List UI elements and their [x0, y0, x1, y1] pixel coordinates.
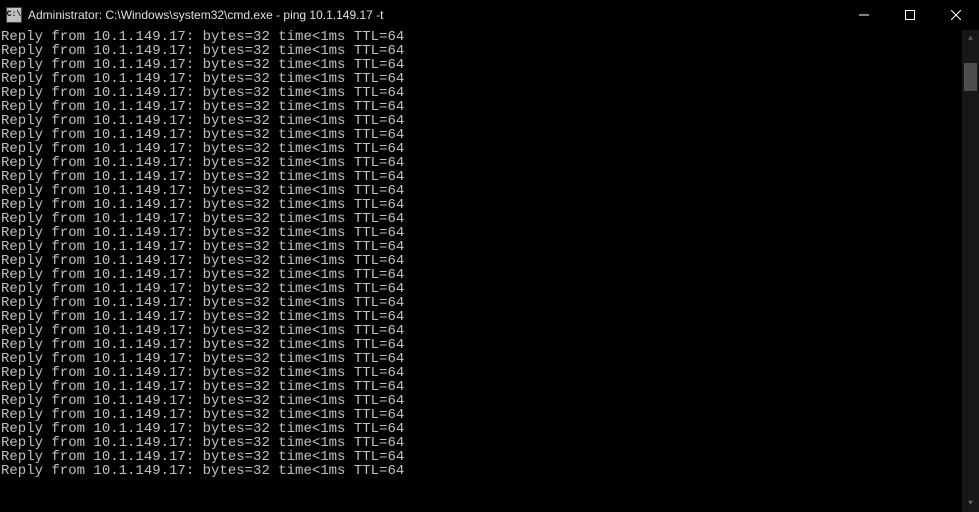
ping-reply-line: Reply from 10.1.149.17: bytes=32 time<1m…	[1, 240, 962, 254]
ping-reply-line: Reply from 10.1.149.17: bytes=32 time<1m…	[1, 226, 962, 240]
minimize-button[interactable]	[841, 0, 887, 30]
cmd-icon: C:\	[6, 7, 22, 23]
ping-reply-line: Reply from 10.1.149.17: bytes=32 time<1m…	[1, 198, 962, 212]
ping-reply-line: Reply from 10.1.149.17: bytes=32 time<1m…	[1, 170, 962, 184]
ping-reply-line: Reply from 10.1.149.17: bytes=32 time<1m…	[1, 436, 962, 450]
ping-reply-line: Reply from 10.1.149.17: bytes=32 time<1m…	[1, 310, 962, 324]
ping-reply-line: Reply from 10.1.149.17: bytes=32 time<1m…	[1, 450, 962, 464]
ping-reply-line: Reply from 10.1.149.17: bytes=32 time<1m…	[1, 338, 962, 352]
console-output[interactable]: Reply from 10.1.149.17: bytes=32 time<1m…	[0, 30, 962, 512]
ping-reply-line: Reply from 10.1.149.17: bytes=32 time<1m…	[1, 114, 962, 128]
ping-reply-line: Reply from 10.1.149.17: bytes=32 time<1m…	[1, 30, 962, 44]
scroll-thumb[interactable]	[964, 63, 977, 91]
ping-reply-line: Reply from 10.1.149.17: bytes=32 time<1m…	[1, 464, 962, 478]
ping-reply-line: Reply from 10.1.149.17: bytes=32 time<1m…	[1, 296, 962, 310]
console-body: Reply from 10.1.149.17: bytes=32 time<1m…	[0, 30, 979, 512]
ping-reply-line: Reply from 10.1.149.17: bytes=32 time<1m…	[1, 128, 962, 142]
ping-reply-line: Reply from 10.1.149.17: bytes=32 time<1m…	[1, 100, 962, 114]
ping-reply-line: Reply from 10.1.149.17: bytes=32 time<1m…	[1, 352, 962, 366]
scroll-up-icon[interactable]: ▲	[962, 30, 979, 47]
ping-reply-line: Reply from 10.1.149.17: bytes=32 time<1m…	[1, 86, 962, 100]
scroll-track[interactable]	[962, 47, 979, 495]
window-controls	[841, 0, 979, 30]
maximize-button[interactable]	[887, 0, 933, 30]
ping-reply-line: Reply from 10.1.149.17: bytes=32 time<1m…	[1, 366, 962, 380]
ping-reply-line: Reply from 10.1.149.17: bytes=32 time<1m…	[1, 142, 962, 156]
cmd-window: C:\ Administrator: C:\Windows\system32\c…	[0, 0, 979, 512]
ping-reply-line: Reply from 10.1.149.17: bytes=32 time<1m…	[1, 380, 962, 394]
ping-reply-line: Reply from 10.1.149.17: bytes=32 time<1m…	[1, 58, 962, 72]
ping-reply-line: Reply from 10.1.149.17: bytes=32 time<1m…	[1, 212, 962, 226]
scrollbar[interactable]: ▲ ▼	[962, 30, 979, 512]
ping-reply-line: Reply from 10.1.149.17: bytes=32 time<1m…	[1, 422, 962, 436]
ping-reply-line: Reply from 10.1.149.17: bytes=32 time<1m…	[1, 324, 962, 338]
scroll-down-icon[interactable]: ▼	[962, 495, 979, 512]
close-button[interactable]	[933, 0, 979, 30]
ping-reply-line: Reply from 10.1.149.17: bytes=32 time<1m…	[1, 394, 962, 408]
ping-reply-line: Reply from 10.1.149.17: bytes=32 time<1m…	[1, 72, 962, 86]
ping-reply-line: Reply from 10.1.149.17: bytes=32 time<1m…	[1, 282, 962, 296]
titlebar[interactable]: C:\ Administrator: C:\Windows\system32\c…	[0, 0, 979, 30]
ping-reply-line: Reply from 10.1.149.17: bytes=32 time<1m…	[1, 408, 962, 422]
window-title: Administrator: C:\Windows\system32\cmd.e…	[28, 8, 383, 22]
ping-reply-line: Reply from 10.1.149.17: bytes=32 time<1m…	[1, 268, 962, 282]
ping-reply-line: Reply from 10.1.149.17: bytes=32 time<1m…	[1, 184, 962, 198]
ping-reply-line: Reply from 10.1.149.17: bytes=32 time<1m…	[1, 44, 962, 58]
ping-reply-line: Reply from 10.1.149.17: bytes=32 time<1m…	[1, 254, 962, 268]
ping-reply-line: Reply from 10.1.149.17: bytes=32 time<1m…	[1, 156, 962, 170]
